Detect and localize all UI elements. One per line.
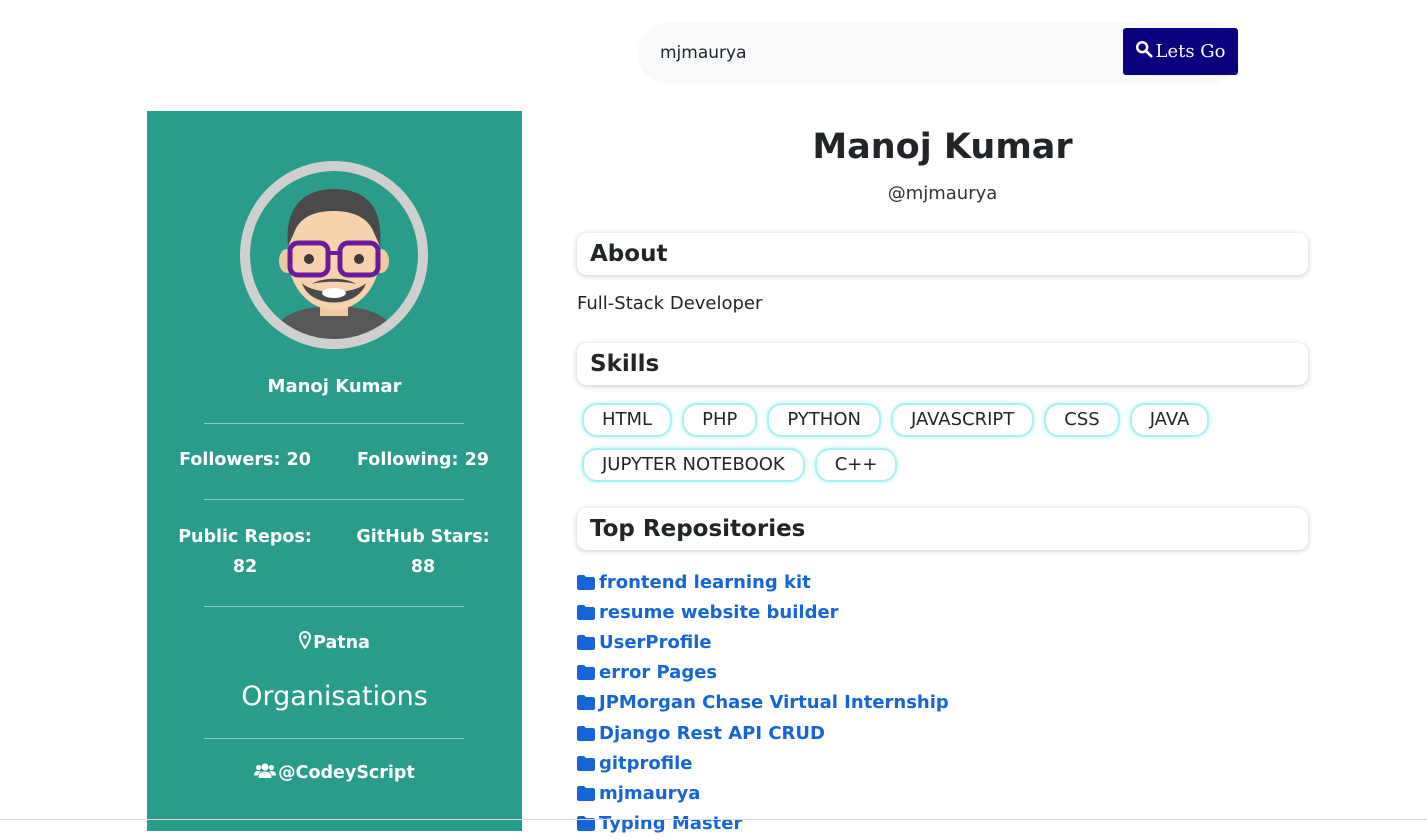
lets-go-label: Lets Go: [1155, 41, 1226, 62]
folder-icon: [577, 785, 595, 801]
folder-icon: [577, 665, 595, 681]
location: Patna: [147, 630, 522, 654]
profile-handle: @mjmaurya: [887, 183, 998, 204]
public-repos-stat: Public Repos: 82: [165, 522, 325, 582]
organisations-title: Organisations: [241, 681, 428, 712]
organisation-item[interactable]: @CodeyScript: [147, 762, 522, 784]
github-stars-stat: GitHub Stars: 88: [343, 522, 503, 582]
repo-link[interactable]: Django Rest API CRUD: [577, 718, 949, 748]
sidebar-name: Manoj Kumar: [267, 376, 402, 397]
lets-go-button[interactable]: Lets Go: [1123, 28, 1238, 75]
profile-sidebar: Manoj Kumar Followers: 20 Following: 29 …: [147, 111, 522, 831]
viewport-bottom-divider: [0, 819, 1427, 820]
skill-badge: PHP: [682, 403, 758, 437]
search-icon: [1135, 40, 1154, 63]
folder-icon: [577, 604, 595, 620]
skill-badge: JAVASCRIPT: [890, 403, 1035, 437]
repo-link[interactable]: mjmaurya: [577, 778, 949, 808]
about-text: Full-Stack Developer: [577, 293, 763, 314]
repo-link[interactable]: frontend learning kit: [577, 567, 949, 597]
folder-icon: [577, 725, 595, 741]
divider: [204, 423, 464, 424]
skill-badge: PYTHON: [767, 403, 881, 437]
avatar: [240, 161, 428, 349]
repo-link[interactable]: UserProfile: [577, 627, 949, 657]
followers-count: Followers: 20: [179, 450, 311, 470]
divider: [204, 606, 464, 607]
repo-link[interactable]: error Pages: [577, 658, 949, 688]
skills-heading: Skills: [577, 343, 1308, 385]
folder-icon: [577, 574, 595, 590]
skill-badge: JUPYTER NOTEBOOK: [582, 448, 805, 482]
github-stars-label: GitHub Stars:: [356, 527, 490, 547]
public-repos-value: 82: [232, 557, 258, 577]
repo-link[interactable]: Typing Master: [577, 809, 949, 839]
search-input[interactable]: [658, 37, 1102, 69]
repos-heading: Top Repositories: [577, 508, 1308, 550]
skill-badge: HTML: [582, 403, 673, 437]
folder-icon: [577, 634, 595, 650]
github-stars-value: 88: [410, 557, 436, 577]
skill-badge: CSS: [1044, 403, 1120, 437]
repo-link[interactable]: JPMorgan Chase Virtual Internship: [577, 688, 949, 718]
search-bar: Lets Go: [640, 23, 1238, 80]
map-marker-icon: [299, 630, 312, 654]
repo-link[interactable]: gitprofile: [577, 748, 949, 778]
skill-badge: C++: [814, 448, 898, 482]
public-repos-label: Public Repos:: [178, 527, 312, 547]
about-heading: About: [577, 233, 1308, 275]
repo-link[interactable]: resume website builder: [577, 597, 949, 627]
skill-badge: JAVA: [1129, 403, 1210, 437]
repo-list: frontend learning kit resume website bui…: [577, 567, 949, 839]
divider: [204, 499, 464, 500]
profile-name: Manoj Kumar: [812, 127, 1073, 167]
skills-list: HTML PHP PYTHON JAVASCRIPT CSS JAVA JUPY…: [582, 403, 1282, 482]
divider: [204, 738, 464, 739]
users-icon: [254, 762, 277, 784]
folder-icon: [577, 755, 595, 771]
following-count: Following: 29: [357, 450, 489, 470]
folder-icon: [577, 695, 595, 711]
organisation-name: @CodeyScript: [278, 763, 415, 783]
location-text: Patna: [313, 632, 370, 653]
